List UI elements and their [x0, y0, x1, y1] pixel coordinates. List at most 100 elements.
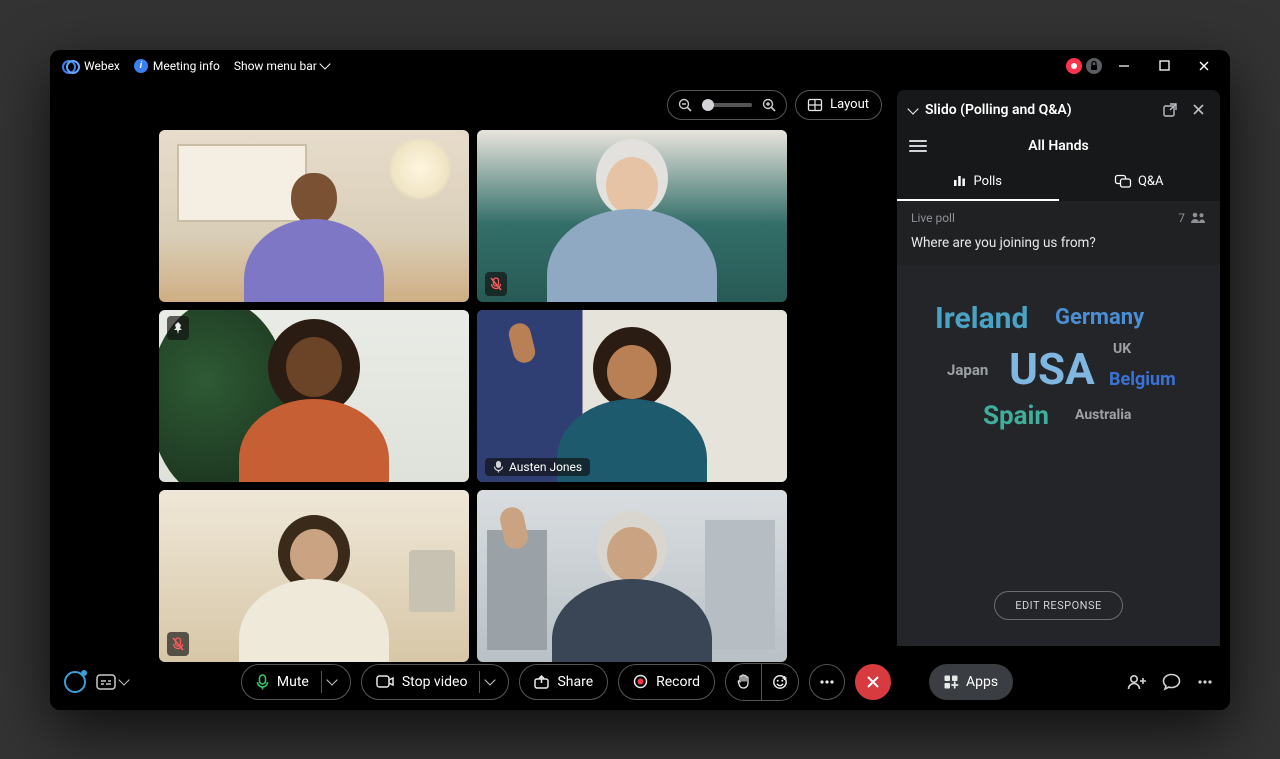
mic-off-icon: [172, 637, 184, 651]
poll-status: Live poll: [911, 211, 955, 225]
mic-muted-badge: [485, 272, 507, 296]
emoji-icon: [772, 674, 788, 690]
chevron-down-icon: [118, 674, 129, 685]
app-window: Webex i Meeting info Show menu bar: [50, 50, 1230, 710]
word-cloud: IrelandGermanyJapanUSAUKBelgiumSpainAust…: [897, 265, 1220, 561]
pin-icon: [172, 321, 184, 335]
lock-indicator-icon: [1086, 58, 1102, 74]
share-icon: [534, 675, 549, 689]
meeting-info-button[interactable]: i Meeting info: [134, 59, 220, 73]
video-topbar: Layout: [50, 82, 896, 126]
chevron-down-icon: [319, 58, 330, 69]
mic-on-icon: [493, 460, 504, 473]
chat-icon: [1115, 175, 1131, 188]
participant-tile[interactable]: [477, 490, 787, 662]
window-minimize-button[interactable]: [1106, 53, 1142, 79]
layout-icon: [808, 99, 822, 111]
show-menu-button[interactable]: Show menu bar: [234, 59, 329, 73]
slido-panel: Slido (Polling and Q&A) All Hands Polls: [896, 90, 1220, 646]
stop-video-button[interactable]: Stop video: [361, 664, 510, 700]
subtitle-icon: [96, 674, 116, 690]
word-cloud-term: Japan: [947, 361, 988, 379]
participant-tile[interactable]: [159, 310, 469, 482]
slido-title: Slido (Polling and Q&A): [925, 102, 1072, 118]
word-cloud-term: Germany: [1055, 305, 1144, 330]
dots-horizontal-icon: [820, 680, 834, 684]
mic-muted-badge: [167, 632, 189, 656]
poll-meta: Live poll 7: [897, 201, 1220, 231]
raise-hand-button[interactable]: [726, 664, 762, 700]
popout-button[interactable]: [1160, 100, 1180, 120]
pin-badge: [167, 316, 189, 340]
stop-video-label: Stop video: [402, 674, 468, 690]
mic-icon: [256, 674, 269, 690]
layout-button[interactable]: Layout: [795, 90, 882, 120]
video-grid: Austen Jones: [50, 126, 896, 662]
bar-chart-icon: [953, 175, 966, 187]
zoom-in-icon: [762, 98, 776, 112]
participant-tile[interactable]: [159, 130, 469, 302]
record-icon: [633, 674, 648, 689]
participant-name: Austen Jones: [509, 460, 582, 474]
camera-icon: [376, 675, 394, 688]
chevron-down-icon[interactable]: [907, 103, 918, 114]
reactions-button[interactable]: [762, 664, 798, 700]
slido-subheader: All Hands: [897, 130, 1220, 164]
video-area: Layout: [50, 82, 896, 654]
apps-button[interactable]: Apps: [929, 664, 1013, 700]
tab-polls-label: Polls: [973, 174, 1002, 189]
word-cloud-term: Belgium: [1109, 369, 1176, 390]
titlebar: Webex i Meeting info Show menu bar: [50, 50, 1230, 82]
leave-meeting-button[interactable]: [855, 664, 891, 700]
mute-label: Mute: [277, 674, 309, 690]
record-button[interactable]: Record: [618, 664, 715, 700]
meeting-info-label: Meeting info: [153, 59, 220, 73]
more-controls-button[interactable]: [809, 664, 845, 700]
tab-polls[interactable]: Polls: [897, 164, 1059, 201]
edit-response-button[interactable]: EDIT RESPONSE: [994, 591, 1123, 620]
brand-label: Webex: [84, 59, 120, 73]
webex-logo-icon: [62, 60, 78, 72]
participant-tile-active[interactable]: Austen Jones: [477, 310, 787, 482]
share-button[interactable]: Share: [519, 664, 608, 700]
apps-icon: [944, 675, 958, 689]
close-icon: [866, 675, 880, 689]
mute-button[interactable]: Mute: [241, 664, 351, 700]
poll-question: Where are you joining us from?: [897, 231, 1220, 265]
word-cloud-term: UK: [1113, 341, 1131, 357]
layout-label: Layout: [830, 97, 869, 112]
apps-label: Apps: [966, 674, 998, 690]
hand-icon: [737, 674, 751, 690]
participant-name-badge: Austen Jones: [485, 458, 590, 476]
menu-button[interactable]: [909, 140, 927, 152]
info-icon: i: [134, 59, 148, 73]
recording-indicator-icon: [1066, 58, 1082, 74]
chevron-down-icon: [326, 674, 337, 685]
show-menu-label: Show menu bar: [234, 59, 317, 73]
self-view-button[interactable]: [64, 671, 86, 693]
record-label: Record: [656, 674, 700, 690]
word-cloud-term: Ireland: [935, 301, 1028, 336]
zoom-control[interactable]: [667, 90, 787, 120]
participant-tile[interactable]: [159, 490, 469, 662]
word-cloud-term: USA: [1009, 343, 1095, 395]
zoom-out-icon: [678, 98, 692, 112]
chevron-down-icon: [485, 674, 496, 685]
participants-button[interactable]: [1126, 671, 1148, 693]
window-close-button[interactable]: [1186, 53, 1222, 79]
chat-button[interactable]: [1160, 671, 1182, 693]
more-options-button[interactable]: [1194, 671, 1216, 693]
share-label: Share: [557, 674, 593, 690]
slido-header: Slido (Polling and Q&A): [897, 90, 1220, 130]
slido-tabs: Polls Q&A: [897, 164, 1220, 201]
window-maximize-button[interactable]: [1146, 53, 1182, 79]
participant-tile[interactable]: [477, 130, 787, 302]
close-panel-button[interactable]: [1188, 100, 1208, 120]
mic-off-icon: [490, 277, 502, 291]
zoom-slider[interactable]: [702, 103, 752, 107]
message-options-button[interactable]: [96, 674, 128, 690]
meeting-name: All Hands: [927, 138, 1190, 154]
word-cloud-term: Australia: [1075, 407, 1131, 423]
content-row: Layout: [50, 82, 1230, 654]
tab-qa[interactable]: Q&A: [1059, 164, 1221, 201]
